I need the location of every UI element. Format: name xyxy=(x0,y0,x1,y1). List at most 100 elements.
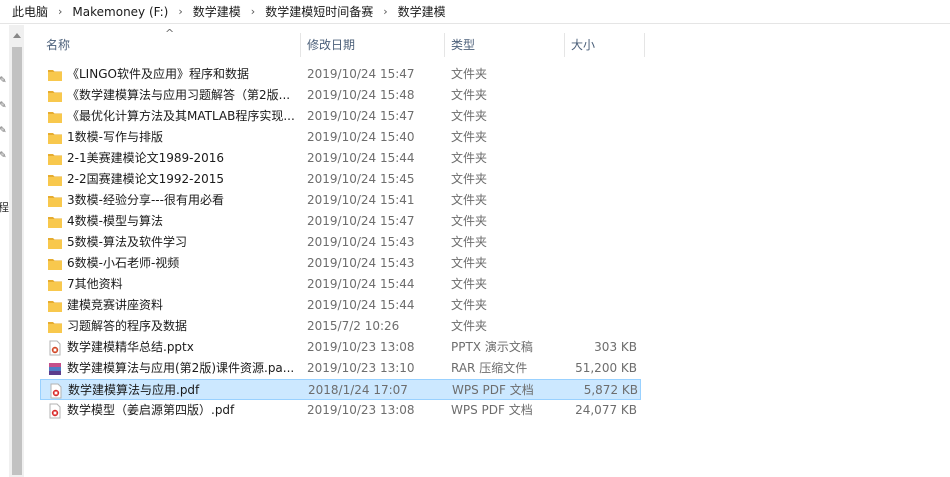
file-type: 文件夹 xyxy=(451,298,488,312)
breadcrumb-chevron-icon[interactable]: › xyxy=(243,5,263,18)
folder-icon xyxy=(47,214,63,230)
file-modified-date: 2019/10/24 15:47 xyxy=(307,67,415,81)
file-size xyxy=(563,211,637,232)
navigation-pane-edge: ✎ ✎ ✎ ✎ 程 xyxy=(0,25,10,477)
file-name: 6数模-小石老师-视频 xyxy=(67,256,180,270)
file-name: 7其他资料 xyxy=(67,277,123,291)
file-row[interactable]: 《LINGO软件及应用》程序和数据 2019/10/24 15:47 文件夹 xyxy=(40,64,641,85)
file-row[interactable]: 4数模-模型与算法 2019/10/24 15:47 文件夹 xyxy=(40,211,641,232)
file-name: 数学建模算法与应用(第2版)课件资源.pa... xyxy=(67,361,295,375)
folder-icon xyxy=(47,319,63,335)
file-row[interactable]: 习题解答的程序及数据 2015/7/2 10:26 文件夹 xyxy=(40,316,641,337)
vertical-scrollbar[interactable] xyxy=(10,25,24,477)
file-modified-date: 2018/1/24 17:07 xyxy=(308,383,408,397)
file-name: 《LINGO软件及应用》程序和数据 xyxy=(67,67,249,81)
file-modified-date: 2019/10/24 15:43 xyxy=(307,256,415,270)
file-size xyxy=(563,190,637,211)
file-name: 建模竞赛讲座资料 xyxy=(67,298,164,312)
folder-icon xyxy=(47,298,63,314)
file-size xyxy=(563,85,637,106)
file-type: 文件夹 xyxy=(451,319,488,333)
breadcrumb-chevron-icon[interactable]: › xyxy=(375,5,395,18)
file-modified-date: 2019/10/24 15:44 xyxy=(307,277,415,291)
file-type: 文件夹 xyxy=(451,67,488,81)
file-row[interactable]: 5数模-算法及软件学习 2019/10/24 15:43 文件夹 xyxy=(40,232,641,253)
file-row[interactable]: 7其他资料 2019/10/24 15:44 文件夹 xyxy=(40,274,641,295)
file-type: 文件夹 xyxy=(451,88,488,102)
file-row[interactable]: 6数模-小石老师-视频 2019/10/24 15:43 文件夹 xyxy=(40,253,641,274)
file-name: 5数模-算法及软件学习 xyxy=(67,235,187,249)
folder-icon xyxy=(47,172,63,188)
file-row[interactable]: 2-1美赛建模论文1989-2016 2019/10/24 15:44 文件夹 xyxy=(40,148,641,169)
pdf-file-icon xyxy=(47,403,63,419)
file-type: WPS PDF 文档 xyxy=(451,403,533,417)
nav-item-partial-label[interactable]: 程 xyxy=(0,199,9,215)
pin-icon: ✎ xyxy=(0,126,7,136)
file-type: RAR 压缩文件 xyxy=(451,361,528,375)
pin-icon: ✎ xyxy=(0,101,7,111)
file-modified-date: 2019/10/24 15:47 xyxy=(307,214,415,228)
file-name: 4数模-模型与算法 xyxy=(67,214,163,228)
file-row[interactable]: 3数模-经验分享---很有用必看 2019/10/24 15:41 文件夹 xyxy=(40,190,641,211)
pin-icon: ✎ xyxy=(0,76,7,86)
column-header-row: ^ 名称 修改日期 类型 大小 xyxy=(40,27,645,57)
breadcrumb-chevron-icon[interactable]: › xyxy=(50,5,70,18)
folder-icon xyxy=(47,67,63,83)
file-modified-date: 2019/10/24 15:40 xyxy=(307,130,415,144)
pdf-file-icon xyxy=(48,383,64,399)
file-row[interactable]: 1数模-写作与排版 2019/10/24 15:40 文件夹 xyxy=(40,127,641,148)
file-row[interactable]: 数学建模算法与应用(第2版)课件资源.pa... 2019/10/23 13:10… xyxy=(40,358,641,379)
breadcrumb-chevron-icon[interactable]: › xyxy=(170,5,190,18)
file-size: 51,200 KB xyxy=(575,361,637,375)
file-type: 文件夹 xyxy=(451,214,488,228)
breadcrumb-item[interactable]: 此电脑 xyxy=(10,3,50,20)
file-type: 文件夹 xyxy=(451,172,488,186)
file-size: 5,872 KB xyxy=(583,383,638,397)
column-header-name[interactable]: 名称 xyxy=(40,33,301,57)
file-row[interactable]: 《最优化计算方法及其MATLAB程序实现... 2019/10/24 15:47 文… xyxy=(40,106,641,127)
file-row[interactable]: 《数学建模算法与应用习题解答（第2版... 2019/10/24 15:48 文件夹 xyxy=(40,85,641,106)
file-modified-date: 2019/10/24 15:41 xyxy=(307,193,415,207)
scrollbar-thumb[interactable] xyxy=(12,47,22,475)
folder-icon xyxy=(47,256,63,272)
column-header-size[interactable]: 大小 xyxy=(565,33,645,57)
file-name: 3数模-经验分享---很有用必看 xyxy=(67,193,224,207)
file-type: 文件夹 xyxy=(451,256,488,270)
scroll-up-arrow-icon[interactable] xyxy=(13,33,21,38)
folder-icon xyxy=(47,151,63,167)
file-row[interactable]: 建模竞赛讲座资料 2019/10/24 15:44 文件夹 xyxy=(40,295,641,316)
column-header-modified[interactable]: 修改日期 xyxy=(301,33,445,57)
folder-icon xyxy=(47,277,63,293)
file-size xyxy=(563,295,637,316)
file-type: PPTX 演示文稿 xyxy=(451,340,533,354)
breadcrumb: 此电脑 › Makemoney (F:) › 数学建模 › 数学建模短时间备赛 › 数学建模 xyxy=(0,0,950,24)
file-name: 1数模-写作与排版 xyxy=(67,130,163,144)
file-name: 2-1美赛建模论文1989-2016 xyxy=(67,151,225,165)
file-modified-date: 2019/10/23 13:10 xyxy=(307,361,415,375)
file-type: WPS PDF 文档 xyxy=(452,383,534,397)
file-type: 文件夹 xyxy=(451,277,488,291)
folder-icon xyxy=(47,88,63,104)
file-modified-date: 2019/10/24 15:43 xyxy=(307,235,415,249)
file-size xyxy=(563,148,637,169)
file-row[interactable]: 2-2国赛建模论文1992-2015 2019/10/24 15:45 文件夹 xyxy=(40,169,641,190)
file-type: 文件夹 xyxy=(451,151,488,165)
file-modified-date: 2019/10/24 15:44 xyxy=(307,298,415,312)
file-modified-date: 2019/10/24 15:47 xyxy=(307,109,415,123)
breadcrumb-item[interactable]: 数学建模 xyxy=(396,3,448,20)
file-modified-date: 2019/10/23 13:08 xyxy=(307,340,415,354)
file-size xyxy=(563,127,637,148)
file-modified-date: 2019/10/24 15:45 xyxy=(307,172,415,186)
file-size xyxy=(563,316,637,337)
breadcrumb-item[interactable]: 数学建模短时间备赛 xyxy=(263,3,375,20)
file-size xyxy=(563,106,637,127)
breadcrumb-item[interactable]: Makemoney (F:) xyxy=(70,5,170,19)
file-row-selected[interactable]: 数学建模算法与应用.pdf 2018/1/24 17:07 WPS PDF 文档 5,… xyxy=(40,379,641,400)
breadcrumb-item[interactable]: 数学建模 xyxy=(191,3,243,20)
column-header-type[interactable]: 类型 xyxy=(445,33,565,57)
file-row[interactable]: 数学模型（姜启源第四版）.pdf 2019/10/23 13:08 WPS PDF … xyxy=(40,400,641,421)
file-row[interactable]: 数学建模精华总结.pptx 2019/10/23 13:08 PPTX 演示文稿 30… xyxy=(40,337,641,358)
file-size xyxy=(563,64,637,85)
rar-file-icon xyxy=(47,361,63,377)
file-list: 《LINGO软件及应用》程序和数据 2019/10/24 15:47 文件夹 《数学建… xyxy=(40,64,645,421)
